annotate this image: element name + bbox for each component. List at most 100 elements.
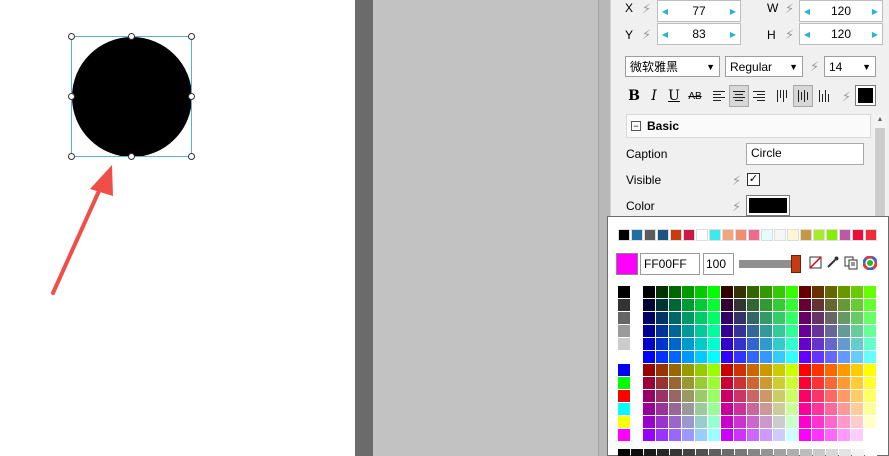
color-swatch[interactable]: [682, 390, 694, 402]
color-swatch[interactable]: [838, 364, 850, 376]
recent-color-swatch[interactable]: [800, 229, 812, 241]
color-swatch[interactable]: [825, 403, 837, 415]
color-swatch[interactable]: [669, 416, 681, 428]
color-swatch[interactable]: [799, 390, 811, 402]
color-swatch[interactable]: [656, 364, 668, 376]
color-swatch[interactable]: [864, 338, 876, 350]
recent-color-swatch[interactable]: [631, 229, 643, 241]
properties-scrollbar[interactable]: ▲: [873, 114, 887, 218]
color-swatch[interactable]: [851, 338, 863, 350]
decrement-icon[interactable]: ◀: [800, 30, 814, 39]
preset-color-swatch[interactable]: [618, 429, 630, 441]
color-swatch-button[interactable]: [746, 195, 790, 216]
color-swatch[interactable]: [669, 338, 681, 350]
color-swatch[interactable]: [708, 403, 720, 415]
color-swatch[interactable]: [656, 377, 668, 389]
recent-color-swatch[interactable]: [735, 229, 747, 241]
font-style-select[interactable]: Regular ▼: [725, 56, 803, 77]
color-swatch[interactable]: [721, 429, 733, 441]
preset-color-swatch[interactable]: [618, 325, 630, 337]
collapse-icon[interactable]: −: [631, 121, 641, 131]
color-swatch[interactable]: [734, 338, 746, 350]
no-fill-icon[interactable]: [808, 256, 823, 272]
color-swatch[interactable]: [864, 403, 876, 415]
color-swatch[interactable]: [760, 364, 772, 376]
color-swatch[interactable]: [773, 416, 785, 428]
recent-color-swatch[interactable]: [787, 229, 799, 241]
increment-icon[interactable]: ▶: [868, 30, 882, 39]
color-swatch[interactable]: [773, 338, 785, 350]
color-swatch[interactable]: [656, 312, 668, 324]
color-swatch[interactable]: [669, 312, 681, 324]
color-swatch[interactable]: [851, 351, 863, 363]
lightning-icon[interactable]: ⚡: [785, 2, 794, 15]
color-swatch[interactable]: [825, 312, 837, 324]
color-swatch[interactable]: [825, 416, 837, 428]
gray-swatch[interactable]: [670, 449, 682, 456]
color-swatch[interactable]: [773, 390, 785, 402]
color-swatch[interactable]: [695, 325, 707, 337]
color-swatch[interactable]: [838, 351, 850, 363]
lightning-icon[interactable]: ⚡: [642, 2, 651, 15]
color-swatch[interactable]: [656, 338, 668, 350]
color-swatch[interactable]: [838, 299, 850, 311]
color-swatch[interactable]: [799, 351, 811, 363]
align-left-icon[interactable]: [710, 85, 728, 107]
color-swatch[interactable]: [851, 299, 863, 311]
gray-swatch[interactable]: [696, 449, 708, 456]
color-swatch[interactable]: [825, 377, 837, 389]
color-swatch[interactable]: [708, 377, 720, 389]
color-swatch[interactable]: [669, 286, 681, 298]
gray-swatch[interactable]: [761, 449, 773, 456]
color-swatch[interactable]: [812, 403, 824, 415]
color-swatch[interactable]: [708, 364, 720, 376]
color-swatch[interactable]: [786, 416, 798, 428]
color-swatch[interactable]: [747, 390, 759, 402]
color-swatch[interactable]: [851, 312, 863, 324]
color-swatch[interactable]: [643, 351, 655, 363]
color-swatch[interactable]: [669, 325, 681, 337]
color-swatch[interactable]: [734, 390, 746, 402]
color-swatch[interactable]: [643, 364, 655, 376]
increment-icon[interactable]: ▶: [726, 30, 740, 39]
color-swatch[interactable]: [864, 312, 876, 324]
color-swatch[interactable]: [864, 286, 876, 298]
color-swatch[interactable]: [799, 312, 811, 324]
recent-color-swatch[interactable]: [722, 229, 734, 241]
color-swatch[interactable]: [838, 403, 850, 415]
color-swatch[interactable]: [747, 377, 759, 389]
color-swatch[interactable]: [721, 403, 733, 415]
strikethrough-icon[interactable]: AB: [686, 85, 704, 107]
color-swatch[interactable]: [747, 351, 759, 363]
color-swatch[interactable]: [825, 338, 837, 350]
color-swatch[interactable]: [682, 429, 694, 441]
decrement-icon[interactable]: ◀: [800, 7, 814, 16]
color-swatch[interactable]: [734, 416, 746, 428]
recent-color-swatch[interactable]: [839, 229, 851, 241]
color-swatch[interactable]: [760, 403, 772, 415]
color-swatch[interactable]: [812, 299, 824, 311]
color-swatch[interactable]: [773, 377, 785, 389]
italic-icon[interactable]: I: [646, 85, 662, 107]
color-swatch[interactable]: [747, 299, 759, 311]
color-swatch[interactable]: [825, 299, 837, 311]
gray-swatch[interactable]: [865, 449, 877, 456]
recent-color-swatch[interactable]: [748, 229, 760, 241]
align-center-icon[interactable]: [729, 85, 749, 107]
gray-swatch[interactable]: [644, 449, 656, 456]
gray-swatch[interactable]: [774, 449, 786, 456]
color-swatch[interactable]: [812, 286, 824, 298]
color-swatch[interactable]: [682, 377, 694, 389]
color-swatch[interactable]: [864, 377, 876, 389]
color-swatch[interactable]: [825, 286, 837, 298]
gray-swatch[interactable]: [709, 449, 721, 456]
color-swatch[interactable]: [682, 416, 694, 428]
color-swatch[interactable]: [669, 377, 681, 389]
color-swatch[interactable]: [812, 364, 824, 376]
color-swatch[interactable]: [799, 338, 811, 350]
gray-swatch[interactable]: [683, 449, 695, 456]
color-swatch[interactable]: [695, 390, 707, 402]
valign-bottom-icon[interactable]: [815, 85, 833, 107]
color-swatch[interactable]: [695, 299, 707, 311]
preset-color-swatch[interactable]: [618, 416, 630, 428]
